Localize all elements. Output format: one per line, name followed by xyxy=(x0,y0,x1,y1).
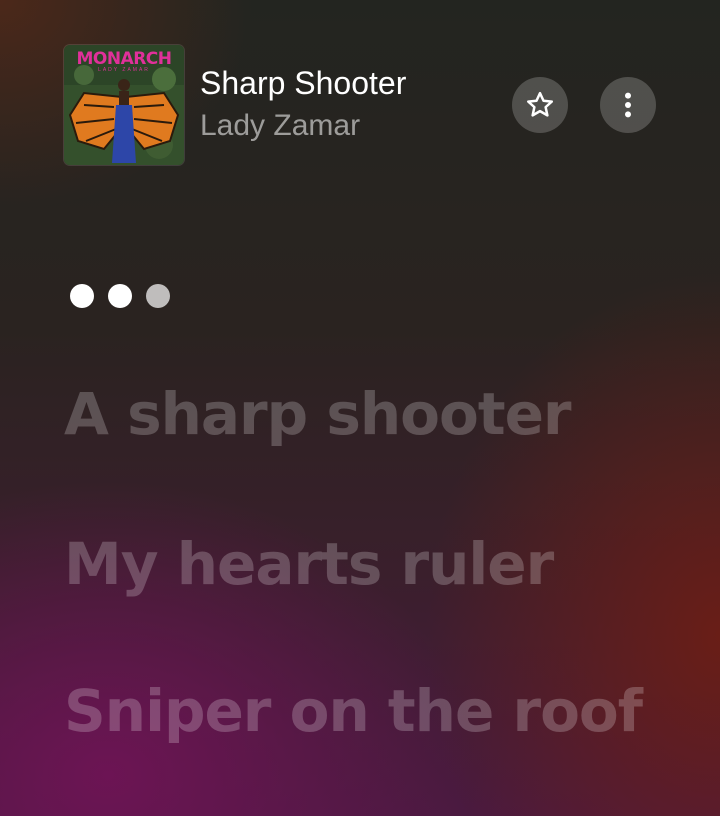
now-playing-header: MONARCH LADY ZAMAR Sharp Shooter Lady Za… xyxy=(64,45,658,165)
lyric-line[interactable]: A sharp shooter xyxy=(64,380,572,448)
song-artist[interactable]: Lady Zamar xyxy=(200,109,360,143)
indicator-dot xyxy=(146,284,170,308)
artwork-subtitle-text: LADY ZAMAR xyxy=(98,67,150,73)
lyric-line[interactable]: My hearts ruler xyxy=(64,530,554,598)
more-options-button[interactable] xyxy=(600,77,656,133)
indicator-dot xyxy=(108,284,132,308)
star-outline-icon xyxy=(527,91,553,117)
indicator-dot xyxy=(70,284,94,308)
lyric-line[interactable]: Sniper on the roof xyxy=(64,677,643,745)
album-artwork[interactable]: MONARCH LADY ZAMAR xyxy=(64,45,184,165)
vertical-ellipsis-icon xyxy=(625,92,631,118)
song-title[interactable]: Sharp Shooter xyxy=(200,65,406,102)
artwork-title-text: MONARCH xyxy=(76,49,172,69)
favorite-button[interactable] xyxy=(512,77,568,133)
